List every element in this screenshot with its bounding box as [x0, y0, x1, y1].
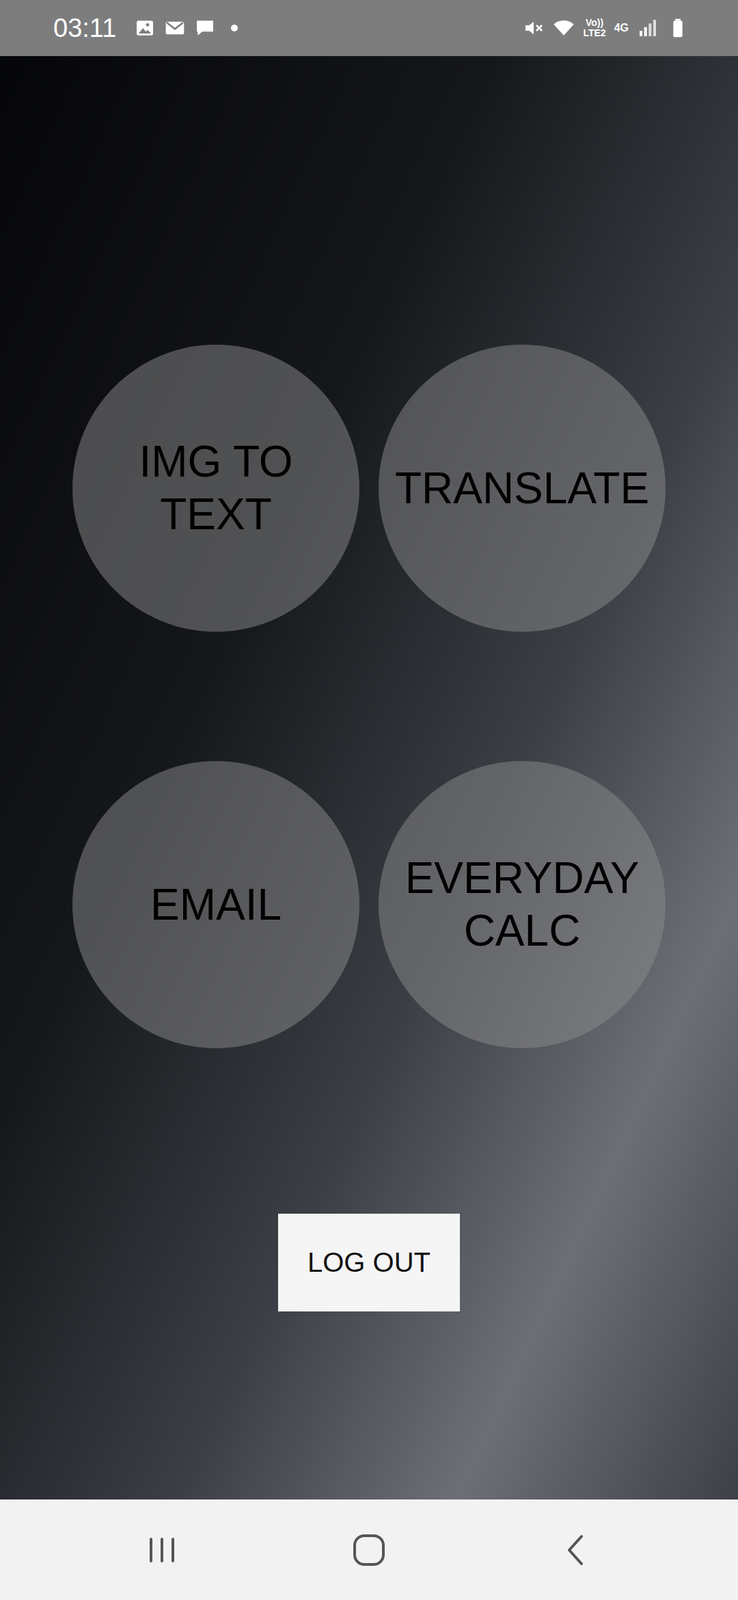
gallery-icon [133, 17, 156, 39]
message-icon [194, 17, 216, 39]
menu-button[interactable]: EMAIL [72, 760, 360, 1048]
logout-button[interactable]: LOG OUT [278, 1212, 460, 1311]
menu-button[interactable]: TRANSLATE [378, 344, 666, 632]
menu-button[interactable]: IMG TO TEXT [72, 344, 360, 632]
menu-grid: IMG TO TEXTTRANSLATEEMAILEVERYDAY CALC [72, 344, 666, 1048]
menu-button[interactable]: EVERYDAY CALC [378, 760, 666, 1048]
battery-icon [666, 17, 689, 39]
signal-icon [636, 17, 659, 39]
mute-icon [522, 17, 545, 39]
network-type: 4G [614, 21, 629, 35]
app-screen: 03:11 Vo))LTE2 4G IMG TO TEXTTRANSLATEEMAIL… [0, 0, 738, 1599]
notification-dot [230, 24, 238, 32]
home-icon[interactable] [348, 1528, 390, 1570]
back-icon[interactable] [555, 1528, 597, 1570]
status-bar: 03:11 Vo))LTE2 4G [0, 0, 738, 57]
status-time: 03:11 [53, 13, 117, 44]
wifi-icon [552, 17, 575, 39]
navigation-bar [0, 1498, 738, 1599]
recent-apps-icon[interactable] [141, 1528, 183, 1570]
volte-indicator: Vo))LTE2 [582, 17, 606, 39]
mail-icon [164, 17, 186, 39]
background-photo: IMG TO TEXTTRANSLATEEMAILEVERYDAY CALC LO… [0, 56, 738, 1499]
